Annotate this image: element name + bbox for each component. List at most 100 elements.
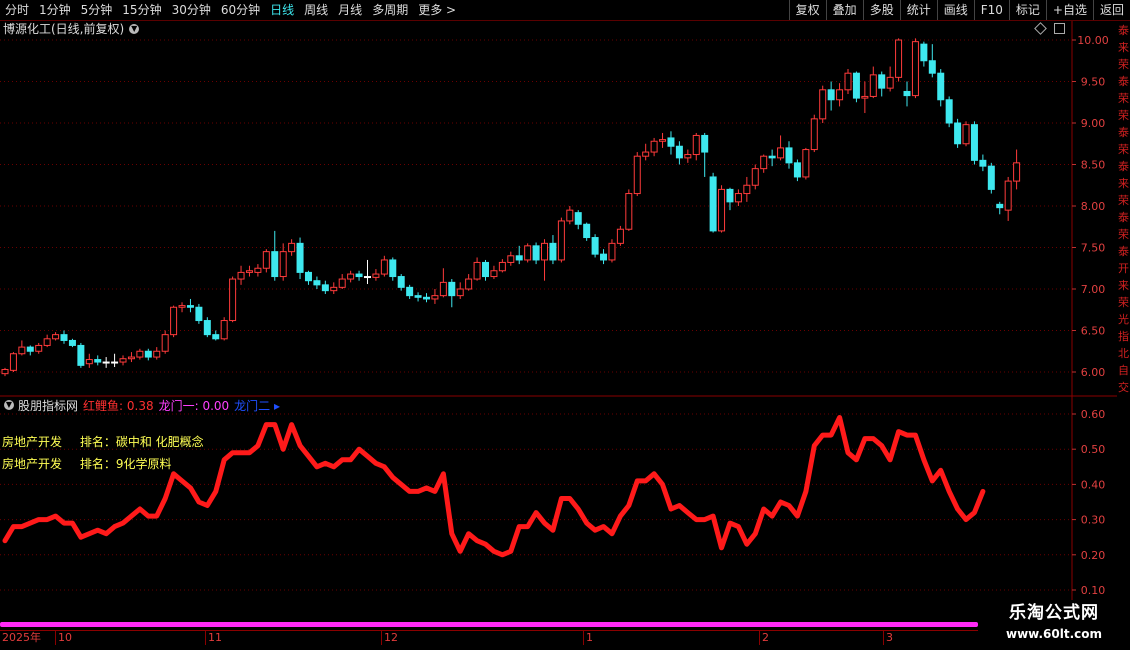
candle-body	[852, 72, 860, 99]
candle-body	[633, 155, 641, 195]
candle-body	[482, 261, 490, 278]
candle-body	[456, 288, 464, 297]
date-label: 2	[762, 631, 769, 644]
side-info-strip: 泰来荣泰荣荣泰荣泰来荣泰荣泰开来荣光指北自交	[1117, 22, 1130, 622]
candle-body	[94, 359, 102, 363]
candle-body	[153, 350, 161, 358]
candle-body	[945, 99, 953, 124]
candle-body	[465, 278, 473, 290]
date-label: 1	[586, 631, 593, 644]
candle-body	[667, 137, 675, 147]
candle-body	[9, 353, 17, 371]
candle-body	[507, 255, 515, 263]
candle-body	[911, 41, 919, 97]
price-tick-label: 9.50	[1081, 76, 1106, 89]
info-line: 房地产开发 排名：9化学原料	[2, 455, 185, 472]
chevron-down-icon[interactable]: ▼	[129, 24, 140, 34]
candle-body	[296, 242, 304, 273]
rank-label: 排名：碳中和 化肥概念	[79, 435, 204, 449]
square-icon[interactable]	[1054, 23, 1065, 34]
candle-body	[515, 255, 523, 261]
candle-body	[35, 344, 43, 352]
candle-body	[566, 209, 574, 222]
candle-body	[760, 155, 768, 170]
candle-body	[229, 278, 237, 322]
chart-canvas[interactable]: 10.00 9.50 9.00 8.50 8.00 7.50 7.00 6.50 6.00 0.6…	[0, 0, 1130, 650]
info-line: 房地产开发 排名：碳中和 化肥概念	[2, 433, 218, 450]
candle-body	[642, 151, 650, 157]
candle-body	[895, 39, 903, 78]
candle-body	[271, 251, 279, 278]
price-tick-label: 7.00	[1081, 283, 1106, 296]
date-label: 12	[384, 631, 398, 644]
candle-body	[734, 193, 742, 203]
candle-body	[203, 320, 211, 336]
candle-body	[439, 281, 447, 297]
candle-body	[1, 369, 9, 375]
candle-body	[557, 220, 565, 261]
candle-body	[262, 251, 270, 269]
date-label: 10	[58, 631, 72, 644]
candle-body	[979, 159, 987, 167]
candle-body	[954, 122, 962, 145]
candle-body	[60, 334, 68, 341]
candle-body	[498, 261, 506, 272]
candle-body	[195, 306, 203, 322]
candle-body	[220, 320, 228, 340]
candle-body	[380, 259, 388, 275]
candle-body	[212, 334, 220, 340]
candle-body	[684, 154, 692, 159]
side-strip-char: 荣	[1118, 58, 1129, 71]
candle-body	[473, 261, 481, 280]
candle-body	[127, 356, 135, 360]
date-tick	[205, 631, 206, 645]
candle-body	[186, 305, 194, 308]
candle-body	[709, 176, 717, 232]
candle-body	[903, 90, 911, 97]
side-strip-char: 荣	[1118, 92, 1129, 105]
side-strip-char: 指	[1118, 330, 1129, 343]
candle-body	[777, 147, 785, 159]
date-tick	[759, 631, 760, 645]
candle-body	[541, 242, 549, 261]
scroll-range-bar[interactable]	[0, 622, 978, 627]
candle-body	[583, 223, 591, 239]
side-strip-char: 交	[1118, 381, 1129, 394]
candle-body	[26, 346, 34, 352]
candle-body	[616, 228, 624, 244]
candle-body	[600, 253, 608, 261]
candle-body	[819, 89, 827, 120]
candle-body	[423, 296, 430, 300]
candle-body	[102, 361, 110, 364]
candle-body	[254, 267, 262, 273]
candle-body	[920, 43, 928, 62]
candle-body	[675, 145, 683, 159]
candle-body	[321, 284, 329, 292]
indicator-name[interactable]: 股朋指标网	[18, 397, 78, 414]
candle-body	[768, 155, 776, 159]
candle-body	[431, 295, 439, 300]
side-strip-char: 来	[1118, 177, 1129, 190]
rank-label: 排名：9化学原料	[79, 457, 172, 471]
date-tick	[583, 631, 584, 645]
candle-body	[608, 242, 616, 261]
candle-body	[68, 339, 76, 346]
chevron-down-icon[interactable]: ▼	[4, 400, 14, 410]
candle-body	[279, 251, 287, 278]
side-strip-char: 泰	[1118, 75, 1129, 88]
price-tick-label: 6.50	[1081, 325, 1106, 338]
side-strip-char: 来	[1118, 41, 1129, 54]
candle-body	[490, 270, 498, 278]
date-tick	[883, 631, 884, 645]
stock-title-text: 博源化工(日线,前复权)	[3, 22, 125, 36]
stock-title[interactable]: 博源化工(日线,前复权) ▼	[3, 21, 140, 37]
side-strip-char: 荣	[1118, 109, 1129, 122]
candle-body	[43, 338, 51, 346]
indicator-tick-label: 0.40	[1081, 478, 1106, 491]
candle-body	[962, 124, 970, 145]
candle-body	[743, 184, 751, 195]
candle-body	[970, 124, 978, 161]
candle-body	[406, 286, 414, 297]
candle-body	[397, 276, 405, 288]
candle-body	[692, 134, 700, 156]
